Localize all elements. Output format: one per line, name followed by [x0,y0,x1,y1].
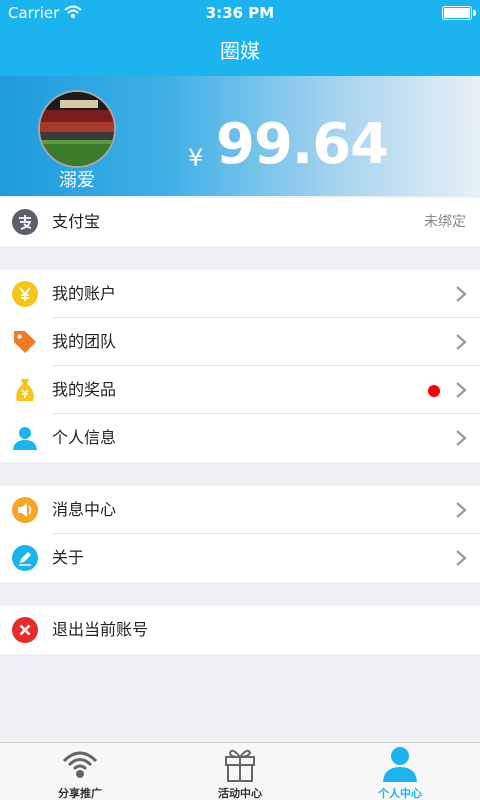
messages-group: 消息中心 关于 [0,486,480,582]
speaker-icon [12,497,38,523]
tab-share[interactable]: 分享推广 [0,743,160,800]
menu-item-personal-info[interactable]: 个人信息 [0,414,480,462]
chevron-right-icon [456,502,467,518]
wifi-share-icon [62,751,98,778]
username: 溺爱 [59,170,95,191]
tab-bar: 分享推广 活动中心 个人中心 [0,742,480,800]
tab-label-activities: 活动中心 [218,787,262,800]
menu-item-messages[interactable]: 消息中心 [0,486,480,534]
notification-dot [428,385,440,397]
tab-label-profile: 个人中心 [378,787,422,800]
currency-symbol: ¥ [188,144,204,172]
logout-group: 退出当前账号 [0,606,480,654]
menu-label-messages: 消息中心 [52,500,117,519]
person-icon [383,747,417,782]
nav-bar: 圈媒 [0,26,480,76]
chevron-right-icon [456,334,467,350]
menu-label-about: 关于 [52,548,85,567]
alipay-status: 未绑定 [424,214,466,230]
yen-coin-icon [12,281,38,307]
alipay-icon [12,209,38,235]
status-time: 3:36 PM [205,4,275,22]
close-circle-icon [12,617,38,643]
tab-label-share: 分享推广 [58,787,102,800]
chevron-right-icon [456,286,467,302]
menu-item-prizes[interactable]: 我的奖品 [0,366,480,414]
tab-profile[interactable]: 个人中心 [320,743,480,800]
menu-label-personal-info: 个人信息 [52,428,117,447]
menu-item-about[interactable]: 关于 [0,534,480,582]
alipay-label: 支付宝 [52,212,101,231]
gift-icon [225,749,255,782]
chevron-right-icon [456,382,467,398]
battery-icon [442,6,476,20]
stadium-photo [40,92,114,166]
pencil-icon [12,545,38,571]
alipay-group: 支付宝 未绑定 [0,198,480,246]
menu-label-account: 我的账户 [52,284,117,303]
person-icon [13,427,37,450]
logout-button[interactable]: 退出当前账号 [0,606,480,654]
alipay-row[interactable]: 支付宝 未绑定 [0,198,480,246]
avatar[interactable] [38,90,116,168]
menu-item-team[interactable]: 我的团队 [0,318,480,366]
status-bar: Carrier 3:36 PM [0,0,480,26]
menu-label-prizes: 我的奖品 [52,380,117,399]
chevron-right-icon [456,550,467,566]
logout-label: 退出当前账号 [52,620,149,639]
page-title: 圈媒 [220,39,260,63]
money-bag-icon [16,379,34,401]
chevron-right-icon [456,430,467,446]
balance-amount: 99.64 [216,112,389,177]
profile-header: 溺爱 ¥ 99.64 [0,76,480,196]
menu-item-account[interactable]: 我的账户 [0,270,480,318]
account-group: 我的账户 我的团队 我的奖品 个人信息 [0,270,480,462]
tab-activities[interactable]: 活动中心 [160,743,320,800]
tag-icon [14,331,36,353]
menu-label-team: 我的团队 [52,332,117,351]
